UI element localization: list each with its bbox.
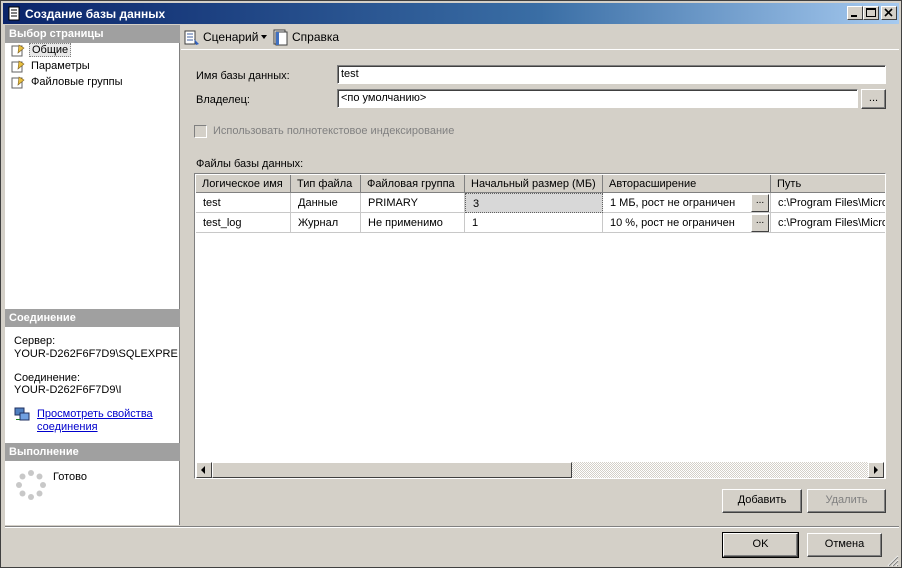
nav-item-label: Файловые группы — [31, 76, 123, 88]
connection-header: Соединение — [5, 309, 180, 327]
script-label: Сценарий — [203, 30, 259, 44]
add-button-label: Добавить — [737, 494, 787, 506]
database-files-grid[interactable]: Логическое имя Тип файла Файловая группа… — [194, 173, 886, 479]
arrow-left-icon — [201, 466, 205, 474]
arrow-right-icon — [874, 466, 878, 474]
nav-item-label: Параметры — [31, 60, 90, 72]
script-icon — [184, 30, 199, 45]
minimize-button[interactable] — [847, 6, 863, 20]
add-button[interactable]: Добавить — [722, 489, 802, 513]
column-header-autogrowth[interactable]: Авторасширение — [603, 175, 771, 193]
table-cell[interactable]: test — [196, 193, 291, 213]
table-cell[interactable]: PRIMARY — [361, 193, 465, 213]
table-cell[interactable]: Журнал — [291, 213, 361, 233]
db-name-input[interactable]: test — [337, 65, 886, 84]
table-cell[interactable]: Данные — [291, 193, 361, 213]
column-header-initial-size[interactable]: Начальный размер (МБ) — [465, 175, 603, 193]
title-bar[interactable]: Создание базы данных — [3, 3, 899, 24]
server-value: YOUR-D262F6F7D9\SQLEXPRE — [14, 348, 178, 360]
minimize-icon — [851, 15, 857, 17]
view-connection-properties-link-line2[interactable]: соединения — [37, 421, 98, 433]
dialog-window: Создание базы данных Выбор страницы Общи… — [0, 0, 902, 568]
progress-spinner-icon — [16, 470, 46, 500]
progress-header: Выполнение — [5, 443, 180, 461]
help-icon — [273, 29, 288, 46]
ok-button[interactable]: OK — [722, 532, 799, 558]
window-title: Создание базы данных — [25, 7, 166, 21]
table-cell[interactable]: Не применимо — [361, 213, 465, 233]
table-cell[interactable]: c:\Program Files\Micro — [771, 193, 885, 213]
db-name-label: Имя базы данных: — [196, 70, 290, 82]
owner-browse-button[interactable]: ... — [861, 89, 886, 109]
page-icon — [11, 60, 25, 73]
table-cell[interactable]: 10 %, рост не ограничен — [603, 213, 771, 233]
select-page-header: Выбор страницы — [5, 25, 180, 43]
owner-label: Владелец: — [196, 94, 250, 106]
connection-properties-icon — [14, 407, 30, 421]
autogrowth-browse-button[interactable]: ... — [751, 194, 769, 212]
table-cell[interactable]: 1 МБ, рост не ограничен — [603, 193, 771, 213]
connection-label: Соединение: — [14, 372, 81, 384]
close-button[interactable] — [881, 6, 897, 20]
ok-button-label: OK — [752, 538, 769, 550]
files-label: Файлы базы данных: — [196, 158, 304, 170]
table-cell[interactable]: 1 — [465, 213, 603, 233]
resize-grip-icon[interactable] — [887, 555, 899, 567]
column-header-logical-name[interactable]: Логическое имя — [196, 175, 291, 193]
cancel-button[interactable]: Отмена — [807, 533, 882, 557]
database-icon — [8, 6, 20, 21]
owner-input[interactable]: <по умолчанию> — [337, 89, 858, 108]
maximize-icon — [866, 8, 876, 17]
left-panel: Выбор страницы Общие Параметры Файловые … — [5, 25, 180, 525]
page-icon — [11, 76, 25, 89]
horizontal-scrollbar[interactable] — [196, 462, 884, 478]
column-header-file-type[interactable]: Тип файла — [291, 175, 361, 193]
footer-divider — [5, 526, 899, 528]
fulltext-checkbox[interactable] — [194, 125, 207, 138]
remove-button-label: Удалить — [825, 494, 868, 506]
remove-button[interactable]: Удалить — [807, 489, 886, 513]
column-header-path[interactable]: Путь — [771, 175, 885, 193]
chevron-down-icon — [261, 35, 267, 39]
help-label: Справка — [292, 30, 340, 44]
page-icon — [11, 44, 25, 57]
script-button[interactable]: Сценарий — [183, 29, 269, 46]
scroll-left-button[interactable] — [196, 462, 212, 478]
table-cell-selected[interactable]: 3 — [465, 193, 603, 213]
toolbar: Сценарий Справка — [181, 25, 899, 50]
close-icon — [884, 8, 893, 17]
column-header-filegroup[interactable]: Файловая группа — [361, 175, 465, 193]
nav-item-label: Общие — [29, 43, 72, 57]
autogrowth-browse-button[interactable]: ... — [751, 214, 769, 232]
help-button[interactable]: Справка — [272, 29, 342, 46]
server-label: Сервер: — [14, 335, 56, 347]
scroll-right-button[interactable] — [868, 462, 884, 478]
connection-value: YOUR-D262F6F7D9\I — [14, 384, 122, 396]
maximize-button[interactable] — [863, 6, 879, 20]
fulltext-label: Использовать полнотекстовое индексирован… — [213, 125, 455, 137]
progress-status: Готово — [53, 471, 87, 483]
cancel-button-label: Отмена — [824, 538, 865, 550]
table-cell[interactable]: test_log — [196, 213, 291, 233]
scrollbar-thumb[interactable] — [212, 462, 572, 478]
view-connection-properties-link[interactable]: Просмотреть свойства — [37, 408, 153, 420]
table-cell[interactable]: c:\Program Files\Micro — [771, 213, 885, 233]
